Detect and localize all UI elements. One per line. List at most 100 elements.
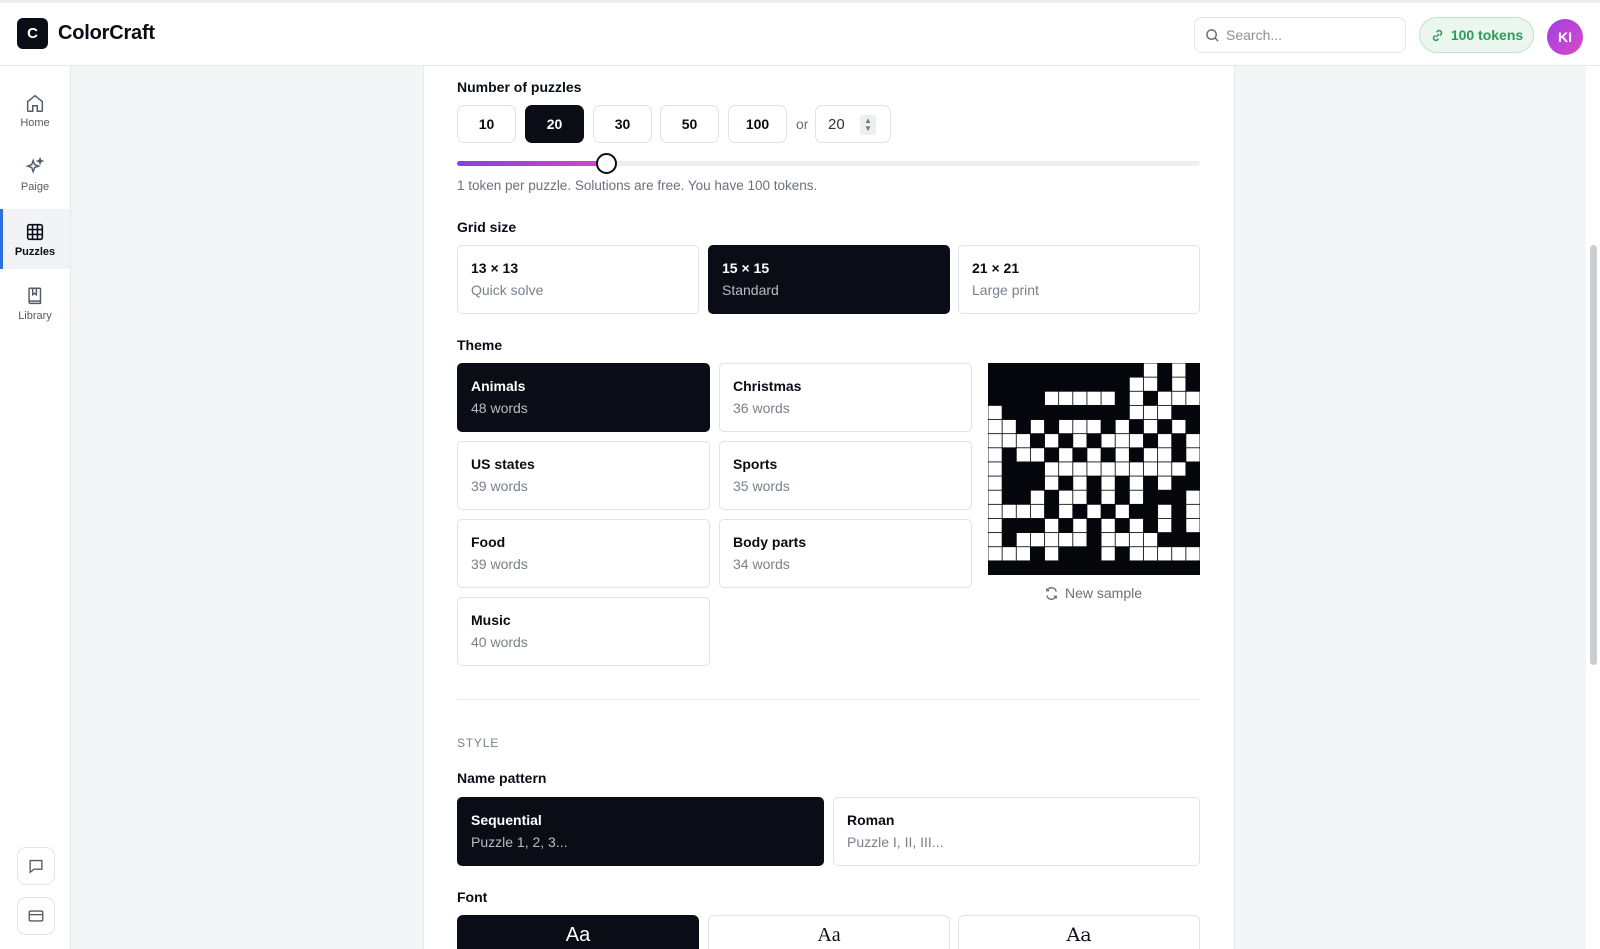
option-subtitle: 36 words [733,400,790,416]
option-title: Sports [733,456,778,472]
sidebar-item-puzzles[interactable]: Puzzles [0,209,70,269]
crossword-cell [1115,504,1129,519]
font-option-alt[interactable]: Aa [958,915,1200,949]
crossword-cell [1172,391,1186,405]
grid-size-21[interactable]: 21 × 21 Large print [958,245,1200,314]
crossword-cell [1129,405,1144,420]
crossword-cell [1002,547,1016,561]
crossword-cell [1186,490,1200,504]
sidebar-item-library[interactable]: Library [0,273,70,333]
theme-option-christmas[interactable]: Christmas 36 words [719,363,972,432]
crossword-cell [1158,405,1172,420]
crossword-cell [1186,547,1200,561]
option-title: Animals [471,378,526,394]
font-option-serif[interactable]: Aa [708,915,950,949]
count-option-50[interactable]: 50 [660,105,719,143]
crossword-cell [1129,476,1144,490]
sidebar-item-label: Home [20,116,50,129]
option-title: Christmas [733,378,802,394]
crossword-cell [1172,377,1186,391]
theme-option-animals[interactable]: Animals 48 words [457,363,710,432]
slider-thumb[interactable] [595,153,617,174]
grid-size-13[interactable]: 13 × 13 Quick solve [457,245,699,314]
count-slider[interactable] [457,153,1200,174]
crossword-cell [1129,533,1144,547]
stepper-arrows[interactable]: ▲ ▼ [860,115,876,135]
crossword-cell [1186,434,1200,448]
crossword-cell [1115,448,1129,462]
crossword-cell [1129,377,1144,391]
crossword-cell [1087,448,1101,462]
crossword-cell [1158,504,1172,519]
crossword-cell [1059,504,1073,519]
count-option-10[interactable]: 10 [457,105,516,143]
crossword-cell [988,504,1002,519]
search-input[interactable] [1226,27,1396,43]
avatar[interactable]: KI [1547,19,1583,55]
crossword-cell [1002,504,1016,519]
theme-option-us-states[interactable]: US states 39 words [457,441,710,510]
crossword-cell [988,490,1002,504]
crossword-cell [1101,490,1115,504]
scrollbar-thumb[interactable] [1590,245,1597,665]
crossword-cell [1129,547,1144,561]
crossword-cell [1030,490,1045,504]
crossword-cell [988,419,1002,434]
or-text: or [796,116,809,132]
chat-button[interactable] [17,847,55,885]
name-pattern-roman[interactable]: Roman Puzzle I, II, III... [833,797,1200,866]
sidebar-item-paige[interactable]: Paige [0,144,70,204]
crossword-cell [1101,533,1115,547]
sidebar-item-label: Library [18,309,52,322]
search-icon [1206,28,1219,42]
theme-option-sports[interactable]: Sports 35 words [719,441,972,510]
theme-option-food[interactable]: Food 39 words [457,519,710,588]
crossword-cell [1059,391,1073,405]
crossword-cell [988,533,1002,547]
crossword-cell [1087,462,1101,476]
crossword-cell [1158,547,1172,561]
crossword-cell [1059,448,1073,462]
theme-option-body-parts[interactable]: Body parts 34 words [719,519,972,588]
crossword-cell [1143,405,1158,420]
crossword-cell [1016,547,1030,561]
crossword-cell [1030,419,1045,434]
search-box[interactable] [1194,17,1406,53]
crossword-cell [1087,504,1101,519]
quantity-stepper[interactable]: 20 ▲ ▼ [815,105,891,143]
crossword-cell [1143,363,1158,377]
tokens-label: 100 tokens [1450,27,1524,43]
font-option-sans[interactable]: Aa [457,915,699,949]
crossword-cell [1002,419,1016,434]
count-option-100[interactable]: 100 [728,105,787,143]
crossword-cell [988,405,1002,420]
sidebar: Home Paige Puzzles Library [0,66,71,949]
tokens-badge[interactable]: 100 tokens [1419,17,1534,53]
option-title: Sequential [471,812,542,828]
billing-button[interactable] [17,897,55,935]
crossword-cell [1016,533,1030,547]
crossword-cell [1143,533,1158,547]
name-pattern-label: Name pattern [457,770,547,786]
crossword-cell [1059,462,1073,476]
option-title: Body parts [733,534,807,550]
crossword-cell [1172,419,1186,434]
option-subtitle: Quick solve [471,282,544,298]
new-sample-button[interactable]: New sample [1044,585,1142,601]
crossword-cell [988,547,1002,561]
grid-size-label: Grid size [457,219,517,235]
option-title: Food [471,534,506,550]
crossword-cell [1101,462,1115,476]
top-header: C ColorCraft 100 tokens KI [0,0,1600,66]
theme-option-music[interactable]: Music 40 words [457,597,710,666]
app-name[interactable]: ColorCraft [58,22,155,45]
home-icon [26,94,44,112]
crossword-cell [1073,490,1087,504]
grid-size-15[interactable]: 15 × 15 Standard [708,245,950,314]
crossword-cell [1129,462,1144,476]
app-logo[interactable]: C [17,18,48,49]
name-pattern-sequential[interactable]: Sequential Puzzle 1, 2, 3... [457,797,824,866]
count-option-20[interactable]: 20 [525,105,584,143]
count-option-30[interactable]: 30 [593,105,652,143]
sidebar-item-home[interactable]: Home [0,80,70,140]
